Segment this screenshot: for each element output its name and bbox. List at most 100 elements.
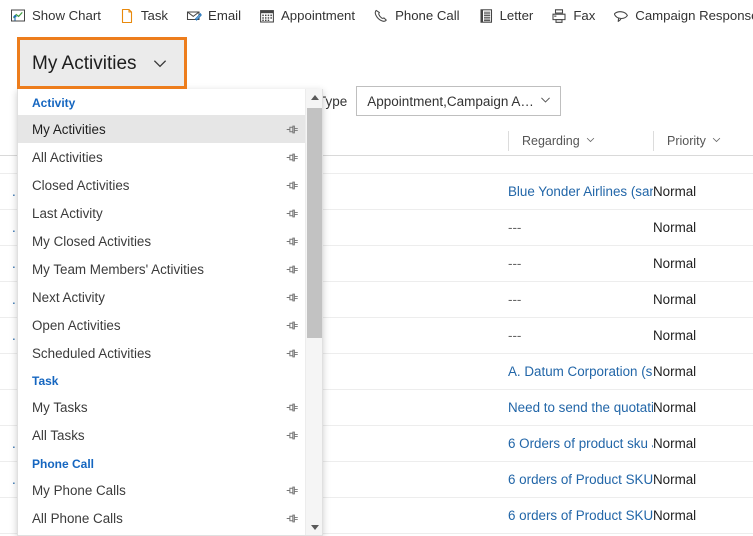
scroll-down-arrow-icon[interactable] (306, 519, 322, 535)
view-item-my-activities[interactable]: My Activities (18, 115, 307, 144)
view-item-closed-activities[interactable]: Closed Activities (18, 171, 307, 199)
view-item-my-tasks[interactable]: My Tasks (18, 394, 307, 422)
view-item-all-phone-calls[interactable]: All Phone Calls (18, 504, 307, 532)
view-item-label: My Team Members' Activities (32, 261, 204, 277)
command-show-chart[interactable]: Show Chart (0, 0, 110, 31)
chevron-down-icon (711, 134, 722, 148)
type-filter-value: Appointment,Campaign Acti... (367, 93, 540, 109)
cell-priority: Normal (653, 364, 697, 379)
view-item-my-phone-calls[interactable]: My Phone Calls (18, 476, 307, 504)
view-item-label: My Tasks (32, 400, 88, 416)
chevron-down-icon (585, 134, 596, 148)
command-bar: Show Chart Task Email Appointment Phone Call… (0, 0, 753, 31)
cell-priority: Normal (653, 400, 697, 415)
command-label: Letter (499, 7, 534, 23)
cell-regarding: Blue Yonder Airlines (sam (508, 184, 653, 199)
cell-regarding: --- (508, 220, 522, 235)
pin-icon[interactable] (277, 122, 307, 137)
view-item-next-activity[interactable]: Next Activity (18, 283, 307, 311)
pin-icon[interactable] (277, 400, 307, 415)
scroll-up-arrow-icon[interactable] (306, 89, 322, 106)
view-item-all-activities[interactable]: All Activities (18, 143, 307, 171)
command-task[interactable]: Task (110, 0, 177, 31)
view-item-label: Next Activity (32, 289, 105, 305)
view-selector-flyout: Activity My Activities All Activities Close… (17, 89, 323, 536)
pin-icon[interactable] (277, 511, 307, 526)
command-label: Campaign Response (635, 7, 753, 23)
campaign-response-icon (613, 8, 629, 24)
appointment-icon (259, 8, 275, 24)
view-item-scheduled-activities[interactable]: Scheduled Activities (18, 339, 307, 367)
view-selector-button[interactable]: My Activities (17, 37, 187, 89)
column-header-priority[interactable]: Priority (653, 130, 748, 151)
chevron-down-icon (151, 54, 169, 72)
column-header-regarding[interactable]: Regarding (508, 130, 653, 151)
activities-list-page: Show Chart Task Email Appointment Phone Call… (0, 0, 753, 536)
command-label: Appointment (281, 7, 356, 23)
cell-priority: Normal (653, 436, 697, 451)
view-group-header: Task (32, 374, 59, 389)
email-icon (186, 8, 202, 24)
command-fax[interactable]: Fax (542, 0, 604, 31)
command-label: Task (140, 7, 169, 23)
command-letter[interactable]: Letter (469, 0, 543, 31)
view-item-label: All Tasks (32, 428, 85, 444)
show-chart-icon (10, 8, 26, 24)
scroll-thumb[interactable] (307, 108, 322, 338)
column-header-label: Priority (667, 133, 706, 148)
view-item-label: Open Activities (32, 317, 121, 333)
cell-regarding: 6 orders of Product SKU . (508, 472, 653, 487)
command-label: Show Chart (32, 7, 101, 23)
pin-icon[interactable] (277, 234, 307, 249)
chevron-down-icon (539, 93, 552, 109)
view-group-header: Phone Call (32, 456, 95, 471)
view-item-label: Scheduled Activities (32, 345, 152, 361)
cell-regarding: Need to send the quotati (508, 400, 653, 415)
view-item-open-activities[interactable]: Open Activities (18, 311, 307, 339)
cell-priority: Normal (653, 184, 697, 199)
cell-priority: Normal (653, 220, 697, 235)
pin-icon[interactable] (277, 150, 307, 165)
command-campaign-response[interactable]: Campaign Response (604, 0, 753, 31)
cell-regarding: A. Datum Corporation (sa (508, 364, 653, 379)
view-item-label: All Phone Calls (32, 510, 123, 526)
pin-icon[interactable] (277, 346, 307, 361)
pin-icon[interactable] (277, 428, 307, 443)
command-label: Fax (573, 7, 596, 23)
view-item-label: My Phone Calls (32, 482, 126, 498)
view-item-label: All Activities (32, 149, 103, 165)
pin-icon[interactable] (277, 290, 307, 305)
flyout-scrollbar[interactable] (305, 89, 322, 535)
view-item-all-tasks[interactable]: All Tasks (18, 422, 307, 450)
view-item-label: Last Activity (32, 205, 103, 221)
cell-priority: Normal (653, 472, 697, 487)
command-email[interactable]: Email (177, 0, 250, 31)
cell-priority: Normal (653, 508, 697, 523)
view-item-my-team-members-activities[interactable]: My Team Members' Activities (18, 255, 307, 283)
view-group-header: Activity (32, 96, 76, 110)
cell-regarding: 6 orders of Product SKU . (508, 508, 653, 523)
command-label: Phone Call (395, 7, 460, 23)
pin-icon[interactable] (277, 206, 307, 221)
pin-icon[interactable] (277, 483, 307, 498)
letter-icon (478, 8, 494, 24)
view-list: Activity My Activities All Activities Close… (18, 89, 307, 535)
view-item-label: My Activities (32, 121, 106, 137)
type-filter-select[interactable]: Appointment,Campaign Acti... (356, 86, 562, 116)
phone-call-icon (373, 8, 389, 24)
fax-icon (551, 8, 567, 24)
cell-priority: Normal (653, 328, 697, 343)
cell-regarding: --- (508, 328, 522, 343)
command-phone-call[interactable]: Phone Call (364, 0, 469, 31)
pin-icon[interactable] (277, 318, 307, 333)
view-item-last-activity[interactable]: Last Activity (18, 199, 307, 227)
cell-priority: Normal (653, 256, 697, 271)
command-label: Email (208, 7, 242, 23)
pin-icon[interactable] (277, 262, 307, 277)
cell-regarding: --- (508, 292, 522, 307)
view-item-my-closed-activities[interactable]: My Closed Activities (18, 227, 307, 255)
command-appointment[interactable]: Appointment (250, 0, 364, 31)
column-header-label: Regarding (522, 133, 580, 148)
view-item-label: Closed Activities (32, 177, 130, 193)
pin-icon[interactable] (277, 178, 307, 193)
